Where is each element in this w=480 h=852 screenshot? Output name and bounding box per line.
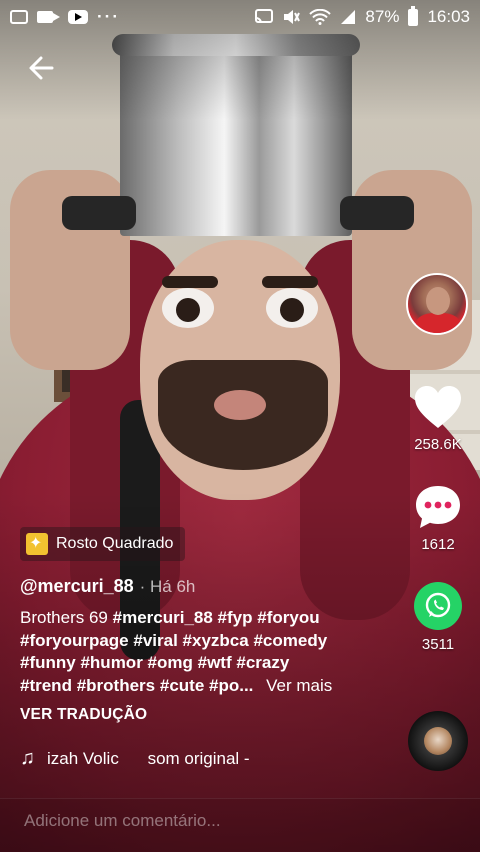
caption-line-1: Brothers 69 #mercuri_88 #fyp #foryou [20, 607, 400, 630]
left-brow [162, 276, 218, 288]
post-time: · Há 6h [139, 577, 196, 596]
music-note-icon: ♫ [20, 747, 35, 769]
left-eye [162, 288, 214, 328]
avatar-face [426, 287, 450, 315]
right-eye [266, 288, 318, 328]
cast-icon [255, 9, 274, 24]
hashtag[interactable]: #cute [160, 676, 204, 695]
comment-bar[interactable]: Adicione um comentário... [0, 798, 480, 852]
avatar-shirt [416, 313, 460, 333]
hashtag[interactable]: #foryourpage [20, 631, 129, 650]
music-sound: som original - [147, 748, 250, 768]
wifi-icon [309, 9, 332, 25]
video-screen[interactable]: ··· 87% 16:03 258.6K 1612 3511 ✦ Rosto Q… [0, 0, 480, 852]
hashtag[interactable]: #wtf [198, 653, 232, 672]
see-more-link[interactable]: Ver mais [266, 676, 332, 695]
hashtag[interactable]: #comedy [253, 631, 327, 650]
like-button[interactable]: 258.6K [410, 384, 466, 453]
right-brow [262, 276, 318, 288]
arrow-left-icon[interactable] [24, 50, 60, 86]
comment-bubble-icon [416, 486, 460, 528]
translate-button[interactable]: VER TRADUÇÃO [20, 706, 147, 724]
username-row: @mercuri_88 · Há 6h [20, 576, 195, 597]
effect-icon [26, 533, 48, 555]
hashtag[interactable]: #mercuri_88 [113, 608, 213, 627]
signal-icon [341, 10, 356, 24]
music-artist: izah Volic [47, 748, 119, 768]
battery-icon [408, 5, 419, 26]
mute-icon [284, 10, 301, 24]
hashtag[interactable]: #crazy [236, 653, 289, 672]
effect-chip[interactable]: Rosto Quadrado [20, 527, 186, 561]
status-bar: ··· 87% 16:03 [0, 0, 480, 34]
username[interactable]: @mercuri_88 [20, 576, 134, 596]
battery-percent: 87% [365, 7, 400, 26]
clock: 16:03 [427, 7, 470, 26]
hashtag[interactable]: #humor [80, 653, 142, 672]
heart-icon [415, 386, 461, 428]
youtube-icon [68, 10, 88, 24]
comment-button[interactable]: 1612 [410, 484, 466, 553]
comment-input[interactable]: Adicione um comentário... [24, 811, 221, 831]
music-row[interactable]: ♫ izah Volic som original - [20, 747, 297, 770]
like-count: 258.6K [414, 436, 462, 453]
caption-line-3: #funny #humor #omg #wtf #crazy [20, 652, 400, 675]
mouth [214, 390, 266, 420]
hashtag[interactable]: #xyzbca [183, 631, 249, 650]
whatsapp-icon [414, 582, 462, 630]
creator-avatar[interactable] [406, 273, 468, 335]
share-count: 3511 [421, 636, 455, 653]
hashtag[interactable]: #fyp [218, 608, 253, 627]
music-disc-cover [424, 727, 452, 755]
caption-line-4: #trend #brothers #cute #po... Ver mais [20, 675, 400, 698]
music-disc[interactable] [408, 711, 468, 771]
hashtag[interactable]: #foryou [257, 608, 319, 627]
share-button[interactable]: 3511 [410, 582, 466, 653]
comment-count: 1612 [421, 536, 455, 553]
hashtag[interactable]: #omg [148, 653, 193, 672]
hashtag[interactable]: #viral [133, 631, 177, 650]
hashtag[interactable]: #trend [20, 676, 72, 695]
effect-label: Rosto Quadrado [56, 535, 174, 552]
hashtag[interactable]: #po... [209, 676, 253, 695]
hashtag[interactable]: #funny [20, 653, 76, 672]
music-marquee: izah Volic som original - [47, 749, 297, 769]
overflow-dots: ··· [97, 7, 120, 26]
caption: Brothers 69 #mercuri_88 #fyp #foryou #fo… [20, 607, 400, 697]
caption-line-2: #foryourpage #viral #xyzbca #comedy [20, 630, 400, 653]
gallery-icon [10, 10, 28, 24]
video-icon [37, 11, 60, 23]
caption-lead: Brothers 69 [20, 608, 108, 627]
pot-handle-left [62, 196, 136, 230]
pot-handle-right [340, 196, 414, 230]
hashtag[interactable]: #brothers [77, 676, 155, 695]
